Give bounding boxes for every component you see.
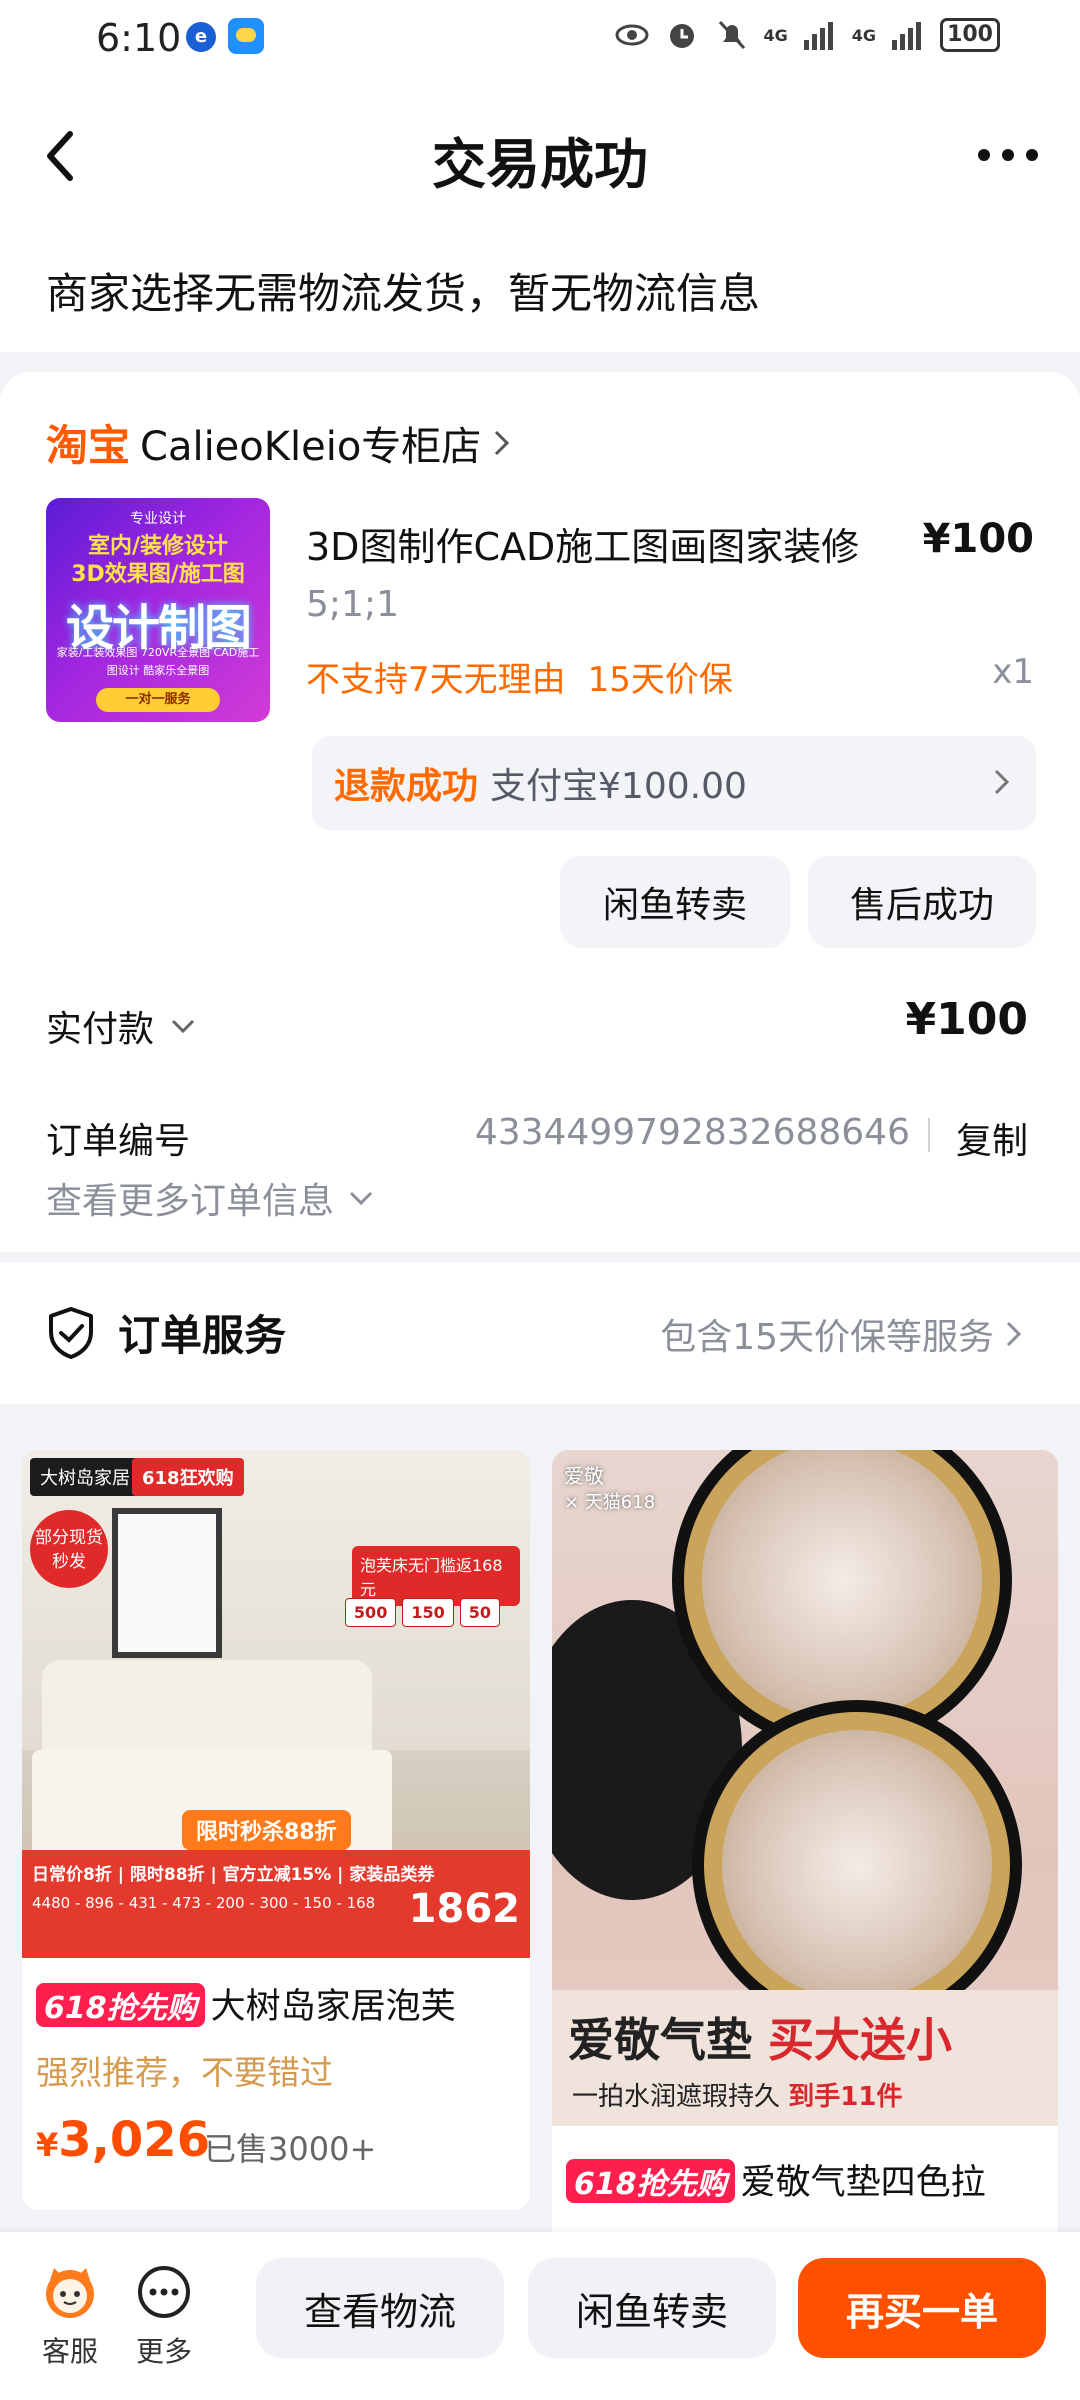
aftersale-button[interactable]: 售后成功 bbox=[808, 856, 1036, 948]
resell-button[interactable]: 闲鱼转卖 bbox=[560, 856, 790, 948]
paid-toggle[interactable]: 实付款 bbox=[46, 1000, 196, 1052]
mute-icon bbox=[718, 20, 745, 50]
product-image[interactable]: 专业设计 室内/装修设计 3D效果图/施工图 设计制图 家装/工装效果图 720… bbox=[46, 498, 270, 722]
status-bar: 6:10 e 4G 4G 100 bbox=[0, 0, 1080, 80]
product-tags: 不支持7天无理由 15天价保 bbox=[306, 652, 733, 701]
order-services-row[interactable]: 订单服务 包含15天价保等服务 bbox=[0, 1262, 1080, 1404]
chevron-right-icon bbox=[495, 430, 510, 455]
shop-row[interactable]: 淘宝 CalieoKleio专柜店 bbox=[46, 412, 513, 473]
refund-status: 退款成功 bbox=[334, 766, 479, 807]
alarm-icon bbox=[669, 24, 694, 48]
no-return-tag: 不支持7天无理由 bbox=[306, 660, 566, 700]
chevron-right-icon bbox=[994, 769, 1010, 795]
more-order-info[interactable]: 查看更多订单信息 bbox=[46, 1172, 374, 1224]
product-image: 爱敬 × 天猫618 爱敬气垫 买大送小 一拍水润遮瑕持久 到手11件 bbox=[552, 1450, 1058, 2126]
more-options-icon[interactable] bbox=[972, 130, 1044, 180]
order-number-label: 订单编号 bbox=[46, 1121, 191, 1162]
more-label: 更多 bbox=[135, 2335, 192, 2368]
customer-service-icon bbox=[46, 2268, 94, 2318]
product-title[interactable]: 3D图制作CAD施工图画图家装修 bbox=[306, 516, 906, 571]
order-card: 淘宝 CalieoKleio专柜店 专业设计 室内/装修设计 3D效果图/施工图… bbox=[0, 372, 1080, 1252]
product-sku: 5;1;1 bbox=[306, 584, 399, 625]
header: 交易成功 bbox=[0, 80, 1080, 230]
logistics-note: 商家选择无需物流发货，暂无物流信息 bbox=[0, 230, 1080, 352]
more-button[interactable]: 更多 bbox=[124, 2262, 204, 2370]
price-protect-tag: 15天价保 bbox=[587, 660, 733, 700]
more-order-info-label: 查看更多订单信息 bbox=[46, 1181, 335, 1222]
view-logistics-button[interactable]: 查看物流 bbox=[256, 2258, 504, 2358]
signal-icon: 4G bbox=[763, 25, 788, 45]
chevron-down-icon bbox=[349, 1191, 373, 1206]
services-title: 订单服务 bbox=[118, 1311, 287, 1360]
more-icon bbox=[138, 2266, 190, 2318]
signal-bars-icon bbox=[803, 22, 833, 50]
weather-icon bbox=[228, 18, 264, 54]
signal2-icon: 4G bbox=[851, 25, 877, 45]
signal-bars2-icon bbox=[892, 22, 922, 50]
status-icons: 4G 4G 100 bbox=[614, 18, 1000, 52]
status-time: 6:10 bbox=[96, 16, 182, 60]
refund-detail: 支付宝¥100.00 bbox=[490, 766, 747, 807]
app-notification-icon: e bbox=[186, 22, 216, 52]
recommendation-title: 618抢先购 爱敬气垫四色拉 bbox=[566, 2154, 1046, 2205]
customer-service-label: 客服 bbox=[41, 2335, 98, 2368]
promo-badge: 618抢先购 bbox=[566, 2159, 735, 2203]
taobao-logo: 淘宝 bbox=[46, 421, 131, 470]
resell-button[interactable]: 闲鱼转卖 bbox=[528, 2258, 776, 2358]
page-title: 交易成功 bbox=[432, 133, 648, 196]
recommendation-card[interactable]: 大树岛家居 618狂欢购 部分现货秒发 泡芙床无门槛返168元 500 150 … bbox=[22, 1450, 530, 2210]
product-image: 大树岛家居 618狂欢购 部分现货秒发 泡芙床无门槛返168元 500 150 … bbox=[22, 1450, 530, 1958]
order-number: 4334499792832688646 bbox=[474, 1112, 910, 1153]
recommendation-slogan: 强烈推荐，不要错过 bbox=[36, 2053, 333, 2092]
eye-icon bbox=[615, 24, 649, 46]
services-desc-text: 包含15天价保等服务 bbox=[660, 1317, 994, 1358]
product-quantity: x1 bbox=[992, 652, 1034, 692]
sold-count: 已售3000+ bbox=[204, 2130, 377, 2168]
recommendation-title: 618抢先购 大树岛家居泡芙 bbox=[36, 1978, 516, 2029]
battery-icon: 100 bbox=[940, 18, 1000, 52]
shop-name: CalieoKleio专柜店 bbox=[140, 423, 482, 470]
recommendation-price: ¥3,026 bbox=[36, 2112, 211, 2168]
buy-again-button[interactable]: 再买一单 bbox=[798, 2258, 1046, 2358]
services-desc: 包含15天价保等服务 bbox=[660, 1308, 1024, 1360]
wall-art bbox=[112, 1508, 222, 1658]
customer-service-button[interactable]: 客服 bbox=[30, 2262, 110, 2370]
promo-badge: 618抢先购 bbox=[36, 1983, 205, 2027]
product-price: ¥100 bbox=[922, 516, 1034, 562]
paid-label: 实付款 bbox=[46, 1009, 155, 1050]
chevron-down-icon bbox=[171, 1019, 195, 1034]
recommendation-card[interactable]: 爱敬 × 天猫618 爱敬气垫 买大送小 一拍水润遮瑕持久 到手11件 618抢… bbox=[552, 1450, 1058, 2260]
divider bbox=[928, 1118, 930, 1152]
chevron-right-icon bbox=[1006, 1321, 1022, 1347]
refund-status-bar[interactable]: 退款成功 支付宝¥100.00 bbox=[312, 736, 1036, 830]
copy-button[interactable]: 复制 bbox=[956, 1112, 1028, 1164]
bottom-action-bar: 客服 更多 查看物流 闲鱼转卖 再买一单 bbox=[0, 2232, 1080, 2400]
paid-amount: ¥100 bbox=[905, 994, 1028, 1045]
shield-check-icon bbox=[49, 1307, 93, 1359]
